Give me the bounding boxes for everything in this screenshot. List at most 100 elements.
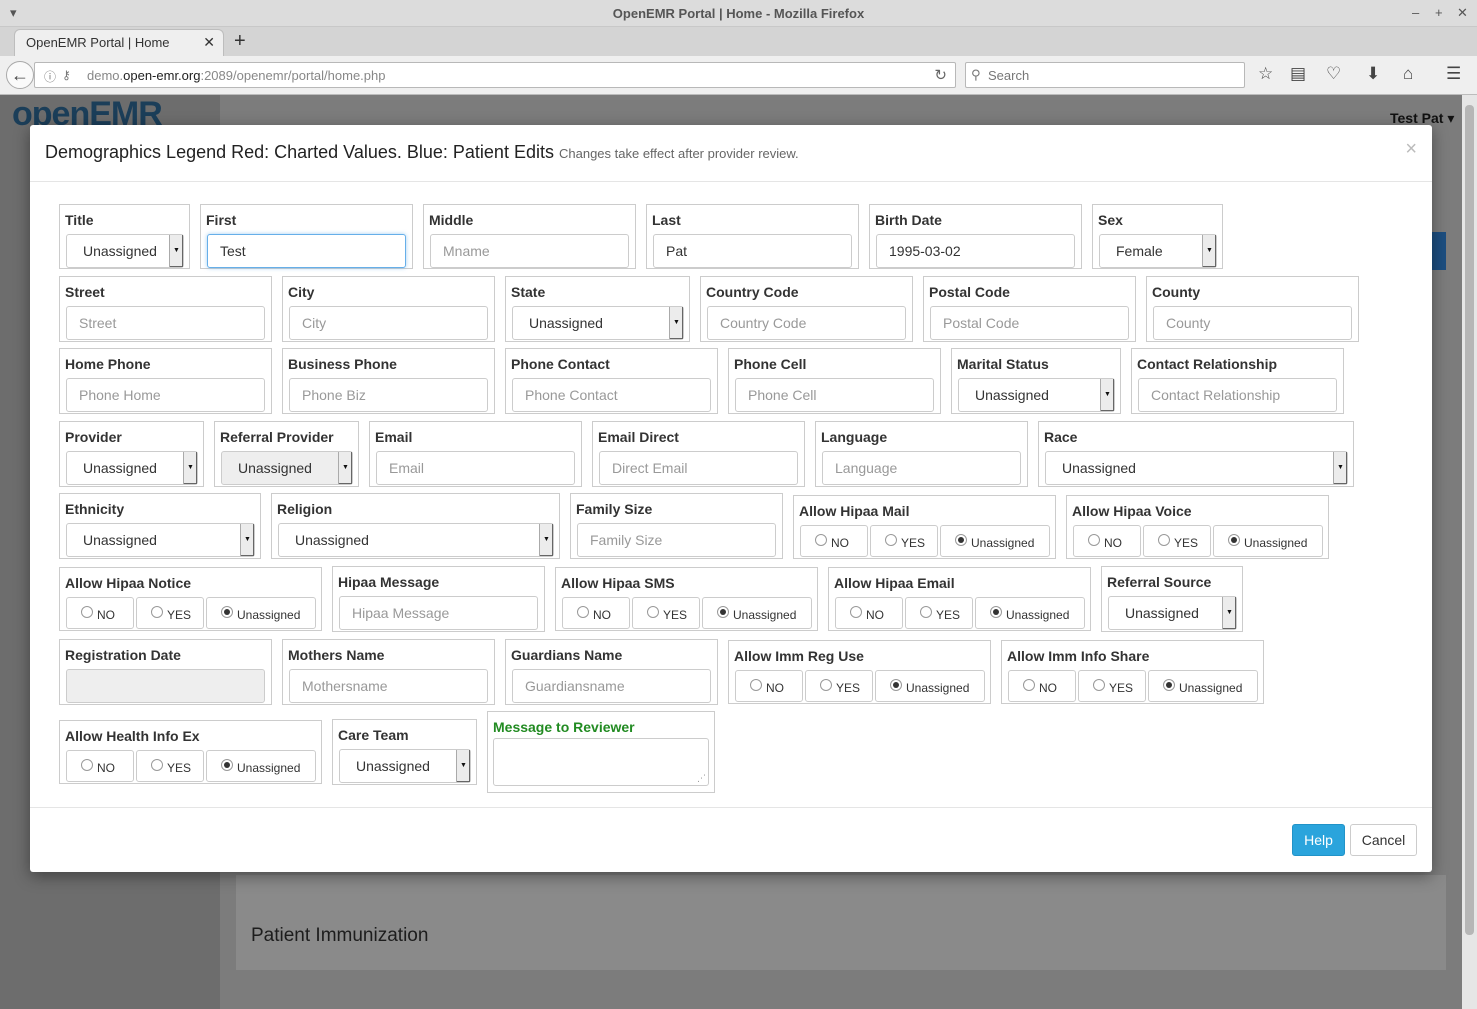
street-input[interactable]: Street: [66, 306, 265, 340]
hipaa-mail-no-radio[interactable]: NO: [800, 525, 868, 557]
hipaa-sms-yes-radio[interactable]: YES: [632, 597, 700, 629]
cancel-button[interactable]: Cancel: [1350, 824, 1417, 856]
first-name-input[interactable]: Test: [207, 234, 406, 268]
email-input[interactable]: Email: [376, 451, 575, 485]
field-referral-source: Referral Source Unassigned ▼: [1101, 566, 1243, 632]
hamburger-menu-icon[interactable]: ☰: [1446, 64, 1461, 84]
health-info-ex-unassigned-radio[interactable]: Unassigned: [206, 750, 316, 782]
provider-select[interactable]: Unassigned ▼: [66, 451, 198, 485]
phone-cell-input[interactable]: Phone Cell: [735, 378, 934, 412]
referral-provider-select[interactable]: Unassigned ▼: [221, 451, 353, 485]
help-button[interactable]: Help: [1292, 824, 1345, 856]
email-direct-input[interactable]: Direct Email: [599, 451, 798, 485]
field-provider: Provider Unassigned ▼: [59, 421, 204, 487]
imm-info-share-yes-radio[interactable]: YES: [1078, 670, 1146, 702]
registration-date-input[interactable]: [66, 669, 265, 703]
guardians-name-input[interactable]: Guardiansname: [512, 669, 711, 703]
new-tab-icon[interactable]: +: [234, 30, 246, 53]
title-select[interactable]: Unassigned ▼: [66, 234, 184, 268]
religion-select[interactable]: Unassigned ▼: [278, 523, 554, 557]
info-icon[interactable]: ⓘ: [44, 68, 56, 85]
close-tab-icon[interactable]: ✕: [203, 34, 215, 51]
downloads-icon[interactable]: ⬇: [1366, 64, 1380, 84]
field-allow-hipaa-notice: Allow Hipaa Notice NO YES Unassigned: [59, 567, 322, 631]
city-input[interactable]: City: [289, 306, 488, 340]
hipaa-mail-yes-radio[interactable]: YES: [870, 525, 938, 557]
marital-status-select[interactable]: Unassigned ▼: [958, 378, 1115, 412]
hipaa-notice-yes-radio[interactable]: YES: [136, 597, 204, 629]
field-first: First Test: [200, 204, 413, 269]
field-religion: Religion Unassigned ▼: [271, 493, 560, 559]
field-label: Marital Status: [957, 356, 1049, 372]
navigation-toolbar: ← ⓘ ⚷ demo.open-emr.org:2089/openemr/por…: [0, 56, 1477, 95]
imm-reg-use-no-radio[interactable]: NO: [735, 670, 803, 702]
modal-footer: Help Cancel: [30, 807, 1432, 872]
birth-date-input[interactable]: 1995-03-02: [876, 234, 1075, 268]
middle-name-input[interactable]: Mname: [430, 234, 629, 268]
imm-reg-use-unassigned-radio[interactable]: Unassigned: [875, 670, 985, 702]
hipaa-voice-no-radio[interactable]: NO: [1073, 525, 1141, 557]
key-icon[interactable]: ⚷: [62, 68, 71, 82]
hipaa-email-yes-radio[interactable]: YES: [905, 597, 973, 629]
field-email: Email Email: [369, 421, 582, 487]
imm-info-share-no-radio[interactable]: NO: [1008, 670, 1076, 702]
hipaa-voice-unassigned-radio[interactable]: Unassigned: [1213, 525, 1323, 557]
hipaa-email-no-radio[interactable]: NO: [835, 597, 903, 629]
contact-relationship-input[interactable]: Contact Relationship: [1138, 378, 1337, 412]
resize-grip-icon[interactable]: ⋰: [697, 773, 706, 784]
race-select[interactable]: Unassigned ▼: [1045, 451, 1348, 485]
country-code-input[interactable]: Country Code: [707, 306, 906, 340]
care-team-select[interactable]: Unassigned ▼: [339, 749, 471, 783]
field-message-to-reviewer: Message to Reviewer ⋰: [487, 711, 715, 793]
hipaa-sms-no-radio[interactable]: NO: [562, 597, 630, 629]
pocket-icon[interactable]: ♡: [1326, 64, 1341, 84]
reload-icon[interactable]: ↻: [934, 66, 947, 84]
health-info-ex-no-radio[interactable]: NO: [66, 750, 134, 782]
back-arrow-icon[interactable]: ←: [6, 61, 34, 89]
field-label: Country Code: [706, 284, 799, 300]
modal-close-icon[interactable]: ×: [1405, 138, 1417, 161]
health-info-ex-yes-radio[interactable]: YES: [136, 750, 204, 782]
hipaa-voice-yes-radio[interactable]: YES: [1143, 525, 1211, 557]
hipaa-notice-no-radio[interactable]: NO: [66, 597, 134, 629]
search-input[interactable]: ⚲ Search: [965, 62, 1245, 88]
sex-select[interactable]: Female ▼: [1099, 234, 1217, 268]
phone-contact-input[interactable]: Phone Contact: [512, 378, 711, 412]
imm-info-share-unassigned-radio[interactable]: Unassigned: [1148, 670, 1258, 702]
field-phone-contact: Phone Contact Phone Contact: [505, 348, 718, 414]
county-input[interactable]: County: [1153, 306, 1352, 340]
reading-list-icon[interactable]: ▤: [1290, 64, 1306, 84]
family-size-input[interactable]: Family Size: [577, 523, 776, 557]
scrollbar-thumb[interactable]: [1465, 105, 1474, 935]
field-label: Allow Imm Info Share: [1007, 648, 1150, 664]
field-label: Email Direct: [598, 429, 679, 445]
field-label: Allow Imm Reg Use: [734, 648, 864, 664]
hipaa-email-unassigned-radio[interactable]: Unassigned: [975, 597, 1085, 629]
hipaa-message-input[interactable]: Hipaa Message: [339, 596, 538, 630]
dropdown-arrow-icon: ▼: [539, 524, 553, 556]
url-bar[interactable]: ⓘ ⚷ demo.open-emr.org:2089/openemr/porta…: [34, 62, 956, 88]
home-icon[interactable]: ⌂: [1403, 64, 1413, 84]
hipaa-mail-unassigned-radio[interactable]: Unassigned: [940, 525, 1050, 557]
imm-reg-use-yes-radio[interactable]: YES: [805, 670, 873, 702]
page-scrollbar[interactable]: [1462, 95, 1477, 1009]
ethnicity-select[interactable]: Unassigned ▼: [66, 523, 255, 557]
language-input[interactable]: Language: [822, 451, 1021, 485]
business-phone-input[interactable]: Phone Biz: [289, 378, 488, 412]
hipaa-sms-unassigned-radio[interactable]: Unassigned: [702, 597, 812, 629]
home-phone-input[interactable]: Phone Home: [66, 378, 265, 412]
maximize-icon[interactable]: +: [1435, 5, 1443, 20]
minimize-icon[interactable]: –: [1412, 5, 1419, 20]
last-name-input[interactable]: Pat: [653, 234, 852, 268]
referral-source-select[interactable]: Unassigned ▼: [1108, 596, 1237, 630]
mothers-name-input[interactable]: Mothersname: [289, 669, 488, 703]
postal-code-input[interactable]: Postal Code: [930, 306, 1129, 340]
state-select[interactable]: Unassigned ▼: [512, 306, 684, 340]
bookmark-star-icon[interactable]: ☆: [1258, 64, 1273, 84]
field-label: Business Phone: [288, 356, 397, 372]
hipaa-notice-unassigned-radio[interactable]: Unassigned: [206, 597, 316, 629]
close-window-icon[interactable]: ✕: [1457, 5, 1468, 21]
browser-tab[interactable]: OpenEMR Portal | Home ✕: [14, 29, 224, 56]
message-to-reviewer-textarea[interactable]: ⋰: [493, 738, 709, 786]
browser-window: ▾ OpenEMR Portal | Home - Mozilla Firefo…: [0, 0, 1477, 1009]
